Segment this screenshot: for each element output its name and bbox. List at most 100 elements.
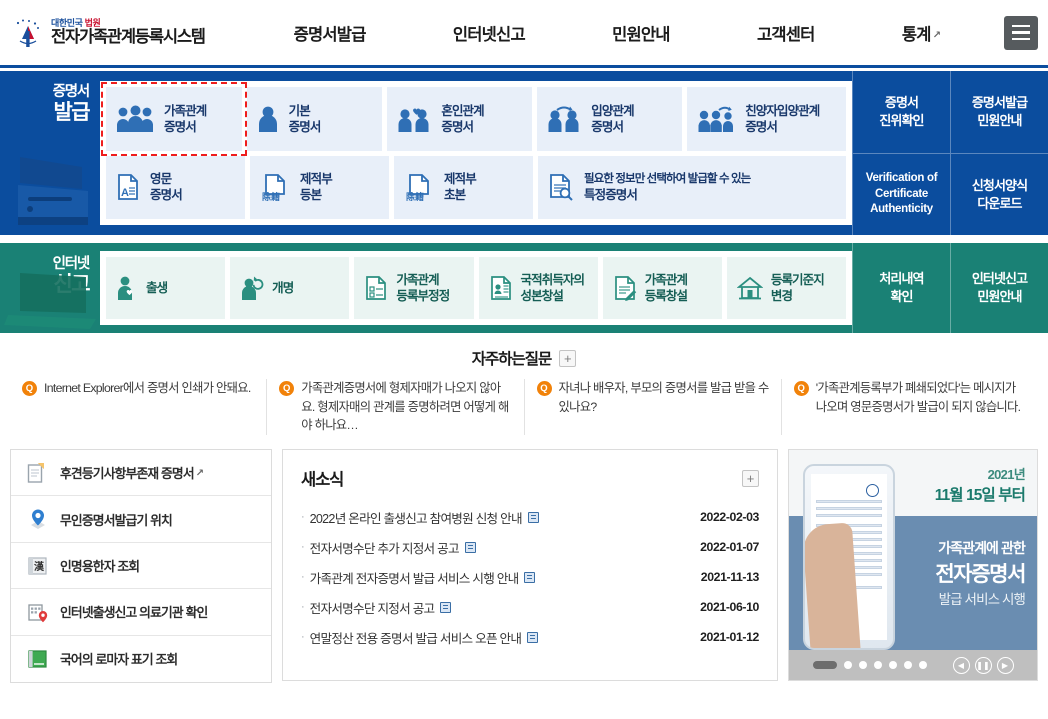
- quick-link-hanja-lookup[interactable]: 漢 인명용한자 조회: [11, 543, 271, 590]
- cert-label-small: 증명서: [52, 84, 91, 100]
- side-button-verify-certificate[interactable]: 증명서 진위확인: [852, 71, 950, 153]
- side-button-report-guide[interactable]: 인터넷신고 민원안내: [950, 243, 1048, 333]
- faq-item[interactable]: Q 자녀나 배우자, 부모의 증명서를 발급 받을 수 있나요?: [525, 379, 782, 436]
- doc-id-icon: [490, 276, 511, 300]
- promo-dots: [812, 661, 927, 670]
- news-item[interactable]: · 연말정산 전용 증명서 발급 서비스 오픈 안내 2021-01-12: [301, 622, 759, 652]
- nav-item-customer-center[interactable]: 고객센터: [757, 21, 815, 45]
- side-button-line1: 인터넷신고: [971, 271, 1028, 287]
- promo-dot[interactable]: [858, 661, 867, 670]
- hamburger-icon-bar: [1012, 37, 1030, 41]
- news-item[interactable]: · 가족관계 전자증명서 발급 서비스 시행 안내 2021-11-13: [301, 562, 759, 592]
- promo-dot[interactable]: [812, 661, 837, 670]
- attachment-icon: [440, 601, 452, 613]
- question-badge-icon: Q: [536, 381, 552, 396]
- side-button-line2: 진위확인: [879, 113, 924, 128]
- side-button-line2: 민원안내: [977, 289, 1022, 304]
- cert-cell-removed-register-abstract[interactable]: 除籍 제적부 초본: [394, 155, 533, 219]
- bullet-icon: ·: [301, 571, 305, 584]
- nav-item-civil-guide[interactable]: 민원안내: [612, 21, 670, 45]
- cert-label-line2: 증명서: [164, 119, 197, 134]
- news-item[interactable]: · 전자서명수단 지정서 공고 2021-06-10: [301, 592, 759, 622]
- main-nav: 증명서발급 인터넷신고 민원안내 고객센터 통계 ↗: [250, 21, 1004, 45]
- cert-cell-removed-register-copy[interactable]: 除籍 제적부 등본: [250, 155, 389, 219]
- faq-item[interactable]: Q 가족관계증명서에 형제자매가 나오지 않아요. 형제자매의 관계를 증명하려…: [267, 379, 525, 436]
- cert-cell-basic[interactable]: 기본 증명서: [246, 87, 383, 151]
- cert-label-line2: 등본: [300, 188, 322, 203]
- page-root: 대한민국 법원 전자가족관계등록시스템 증명서발급 인터넷신고 민원안내 고객센…: [0, 0, 1048, 719]
- hamburger-menu-button[interactable]: [1004, 15, 1038, 50]
- hamburger-icon-bar: [1012, 31, 1030, 34]
- quick-link-text: 후견등기사항부존재 증명서: [60, 466, 195, 482]
- side-button-line1: 신청서양식: [971, 177, 1028, 193]
- side-button-verification-english[interactable]: Verification of Certificate Authenticity: [852, 153, 950, 235]
- svg-text:A: A: [121, 187, 129, 199]
- faq-item[interactable]: Q '가족관계등록부가 폐쇄되었다'는 메시지가 나오며 영문증명서가 발급이 …: [782, 379, 1038, 435]
- report-cell-register-correction[interactable]: 가족관계 등록부정정: [354, 257, 474, 319]
- nav-item-online-report[interactable]: 인터넷신고: [453, 21, 526, 45]
- nav-item-certificates[interactable]: 증명서발급: [294, 21, 367, 45]
- site-logo[interactable]: 대한민국 법원 전자가족관계등록시스템: [0, 17, 250, 49]
- external-link-icon: ↗: [932, 29, 941, 41]
- cert-cell-full-adoption[interactable]: 친양자입양관계 증명서: [687, 87, 846, 151]
- bottom-section: 후견등기사항부존재 증명서 ↗ 무인증명서발급기 위치 漢 인명용한자 조회 인…: [0, 435, 1048, 684]
- promo-banner[interactable]: 2021년 11월 15일 부터 가족관계에 관한 전자증명서 발급 서비스 시…: [788, 449, 1038, 682]
- quick-link-kiosk-location[interactable]: 무인증명서발급기 위치: [11, 496, 271, 543]
- report-cell-nationality-surname[interactable]: 국적취득자의 성본창설: [478, 257, 598, 319]
- cert-cell-label: 제적부 등본: [300, 171, 333, 204]
- nav-item-statistics[interactable]: 통계 ↗: [901, 21, 941, 45]
- certificate-grid-row-1: 가족관계 증명서 기본 증명서 혼인관계 증명서 입양관계 증명서 친양자입양관…: [101, 82, 846, 156]
- quick-link-romanization[interactable]: 국어의 로마자 표기 조회: [11, 636, 271, 682]
- cert-label-line1: 필요한 정보만 선택하여 발급할 수 있는: [584, 172, 751, 185]
- promo-dot[interactable]: [843, 661, 852, 670]
- faq-item[interactable]: Q Internet Explorer에서 증명서 인쇄가 안돼요.: [10, 379, 268, 436]
- quick-link-guardianship-cert[interactable]: 후견등기사항부존재 증명서 ↗: [11, 450, 271, 497]
- promo-year: 2021년: [987, 467, 1026, 483]
- side-button-line1: Verification of: [865, 172, 938, 185]
- report-cell-domicile-change[interactable]: 등록기준지 변경: [726, 257, 847, 319]
- side-button-issuance-guide[interactable]: 증명서발급 민원안내: [950, 71, 1048, 153]
- faq-section: 자주하는질문 + Q Internet Explorer에서 증명서 인쇄가 안…: [0, 333, 1048, 436]
- promo-next-button[interactable]: ▶: [996, 656, 1014, 674]
- cert-cell-english[interactable]: A 영문 증명서: [106, 155, 245, 219]
- promo-dot[interactable]: [873, 661, 882, 670]
- cert-cell-specific[interactable]: 필요한 정보만 선택하여 발급할 수 있는 특정증명서: [538, 155, 846, 219]
- news-item-title: 전자서명수단 추가 지정서 공고: [309, 541, 460, 556]
- promo-pause-button[interactable]: ❚❚: [974, 656, 992, 674]
- quick-link-label: 무인증명서발급기 위치: [60, 512, 173, 528]
- quick-link-label: 후견등기사항부존재 증명서 ↗: [60, 463, 204, 482]
- report-label-line1: 가족관계: [396, 272, 439, 287]
- side-button-processing-history[interactable]: 처리내역 확인: [852, 243, 950, 333]
- news-item[interactable]: · 2022년 온라인 출생신고 참여병원 신청 안내 2022-02-03: [301, 502, 759, 532]
- promo-dot[interactable]: [888, 661, 897, 670]
- cert-cell-marriage[interactable]: 혼인관계 증명서: [387, 87, 533, 151]
- nav-label: 통계: [901, 25, 932, 44]
- faq-more-button[interactable]: +: [559, 349, 577, 367]
- report-cell-birth[interactable]: 출생: [106, 257, 226, 319]
- report-cell-name-change[interactable]: 개명: [230, 257, 350, 319]
- promo-dot[interactable]: [903, 661, 912, 670]
- news-more-button[interactable]: +: [742, 469, 759, 487]
- news-item-date: 2022-02-03: [700, 510, 759, 525]
- svg-text:除籍: 除籍: [262, 191, 280, 201]
- cert-label-line2: 증명서: [745, 119, 778, 134]
- cert-cell-family-relation[interactable]: 가족관계 증명서: [101, 82, 247, 156]
- quick-link-hospital-check[interactable]: 인터넷출생신고 의료기관 확인: [11, 589, 271, 636]
- cert-cell-adoption[interactable]: 입양관계 증명서: [537, 87, 683, 151]
- doc-search-icon: [550, 174, 573, 201]
- side-button-form-download[interactable]: 신청서양식 다운로드: [950, 153, 1048, 235]
- report-label-line1: 가족관계: [644, 272, 688, 287]
- report-cell-register-creation[interactable]: 가족관계 등록창설: [602, 257, 722, 319]
- promo-prev-button[interactable]: ◀: [952, 656, 970, 674]
- cert-label-line1: 가족관계: [164, 103, 207, 118]
- side-button-line2: Certificate: [875, 187, 928, 200]
- cert-cell-label: 입양관계 증명서: [591, 103, 634, 136]
- report-label-line1: 개명: [272, 280, 294, 295]
- promo-dot[interactable]: [918, 661, 927, 670]
- news-item[interactable]: · 전자서명수단 추가 지정서 공고 2022-01-07: [301, 532, 759, 562]
- cert-label-line1: 제적부: [444, 172, 477, 186]
- report-cell-label: 출생: [146, 280, 168, 296]
- cert-label-line2: 특정증명서: [584, 187, 638, 202]
- svg-text:漢: 漢: [34, 560, 45, 573]
- side-button-line1: 증명서발급: [971, 95, 1028, 111]
